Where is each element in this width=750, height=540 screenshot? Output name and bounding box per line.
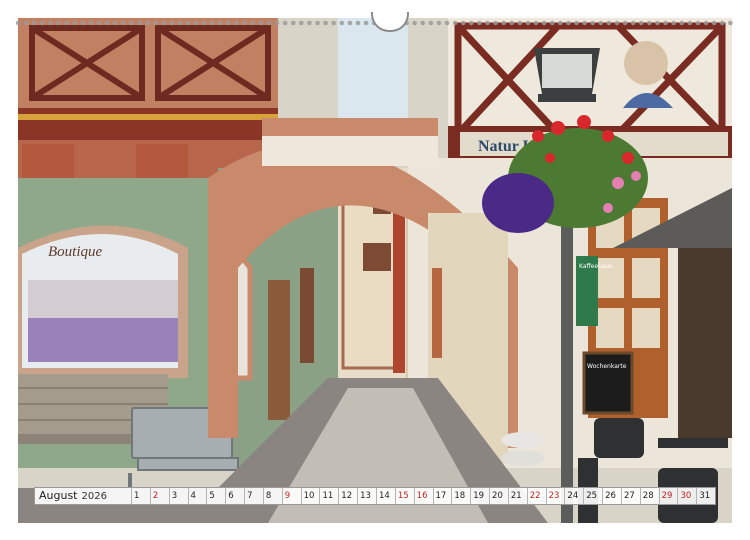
day-cell: 15 bbox=[394, 488, 414, 504]
day-number: 2 bbox=[152, 491, 159, 501]
day-number: 3 bbox=[171, 491, 178, 501]
day-cell: 19 bbox=[470, 488, 489, 504]
shop-sign-text: Boutique bbox=[48, 244, 102, 260]
chalkboard-text: Wochenkarte bbox=[587, 363, 627, 370]
day-number: 21 bbox=[510, 491, 522, 501]
day-cell: 5 bbox=[206, 488, 225, 504]
day-number: 11 bbox=[322, 491, 334, 501]
day-cell: 22 bbox=[526, 488, 546, 504]
day-number: 8 bbox=[265, 491, 272, 501]
day-cell: 25 bbox=[583, 488, 602, 504]
day-cell: 20 bbox=[489, 488, 508, 504]
day-cell: 24 bbox=[564, 488, 583, 504]
year: 2026 bbox=[81, 491, 107, 502]
street-photo: Boutique Natur Kaffeehaus Wochenkarte bbox=[18, 18, 732, 523]
day-number: 20 bbox=[492, 491, 503, 501]
day-cell: 12 bbox=[338, 488, 357, 504]
day-number: 4 bbox=[190, 491, 196, 501]
day-cell: 18 bbox=[451, 488, 470, 504]
calendar-page: Boutique Natur Kaffeehaus Wochenkarte Au… bbox=[0, 0, 750, 540]
day-number: 7 bbox=[247, 491, 253, 501]
green-sign-text: Kaffeehaus bbox=[579, 263, 612, 270]
day-number: 22 bbox=[529, 491, 541, 501]
month-name: August bbox=[39, 489, 78, 502]
month-label: August 2026 bbox=[35, 488, 131, 504]
hanger-hook bbox=[371, 12, 409, 32]
day-cell: 6 bbox=[225, 488, 244, 504]
day-cell: 7 bbox=[244, 488, 263, 504]
day-number: 27 bbox=[623, 491, 635, 501]
day-number: 30 bbox=[680, 491, 692, 501]
day-number: 26 bbox=[605, 491, 616, 501]
day-cell: 28 bbox=[639, 488, 659, 504]
day-cell: 13 bbox=[357, 488, 376, 504]
day-cell: 2 bbox=[149, 488, 169, 504]
day-cell: 11 bbox=[319, 488, 338, 504]
day-number: 14 bbox=[378, 491, 390, 501]
day-number: 17 bbox=[435, 491, 447, 501]
day-number: 5 bbox=[209, 491, 215, 501]
day-number: 6 bbox=[228, 491, 234, 501]
day-number: 10 bbox=[303, 491, 315, 501]
day-cell: 17 bbox=[432, 488, 452, 504]
day-cell: 27 bbox=[620, 488, 640, 504]
day-number: 9 bbox=[284, 491, 291, 501]
day-cell: 29 bbox=[658, 488, 678, 504]
day-number: 15 bbox=[397, 491, 409, 501]
day-number: 13 bbox=[360, 491, 371, 501]
day-cell: 31 bbox=[696, 488, 715, 504]
day-cell: 30 bbox=[677, 488, 696, 504]
day-cell: 26 bbox=[602, 488, 621, 504]
spiral-binding bbox=[14, 12, 736, 32]
day-cell: 3 bbox=[168, 488, 188, 504]
day-number: 24 bbox=[567, 491, 579, 501]
day-cell: 14 bbox=[375, 488, 395, 504]
day-number: 16 bbox=[416, 491, 428, 501]
day-cell: 4 bbox=[187, 488, 207, 504]
day-number: 25 bbox=[586, 491, 598, 501]
day-cells: 1 2 3 4 5 6 7 8 9 10 11 12 13 14 15 16 17 18 19 20 21 22 23 24 2… bbox=[131, 488, 715, 504]
calendar-strip: August 2026 1 2 3 4 5 6 7 8 9 10 11 12 13 14 15 16 17 18 19… bbox=[34, 487, 716, 505]
day-number: 1 bbox=[134, 491, 140, 501]
day-number: 29 bbox=[661, 491, 673, 501]
day-number: 23 bbox=[548, 491, 560, 501]
day-cell: 8 bbox=[262, 488, 282, 504]
day-cell: 21 bbox=[507, 488, 527, 504]
day-cell: 9 bbox=[281, 488, 301, 504]
day-cell: 16 bbox=[413, 488, 433, 504]
photo-illustration: Boutique Natur Kaffeehaus Wochenkarte bbox=[18, 18, 732, 523]
day-cell: 23 bbox=[545, 488, 565, 504]
day-number: 18 bbox=[454, 491, 466, 501]
day-cell: 10 bbox=[300, 488, 320, 504]
day-number: 12 bbox=[341, 491, 353, 501]
day-cell: 1 bbox=[131, 488, 150, 504]
day-number: 28 bbox=[642, 491, 654, 501]
day-number: 19 bbox=[473, 491, 485, 501]
day-number: 31 bbox=[699, 491, 711, 501]
